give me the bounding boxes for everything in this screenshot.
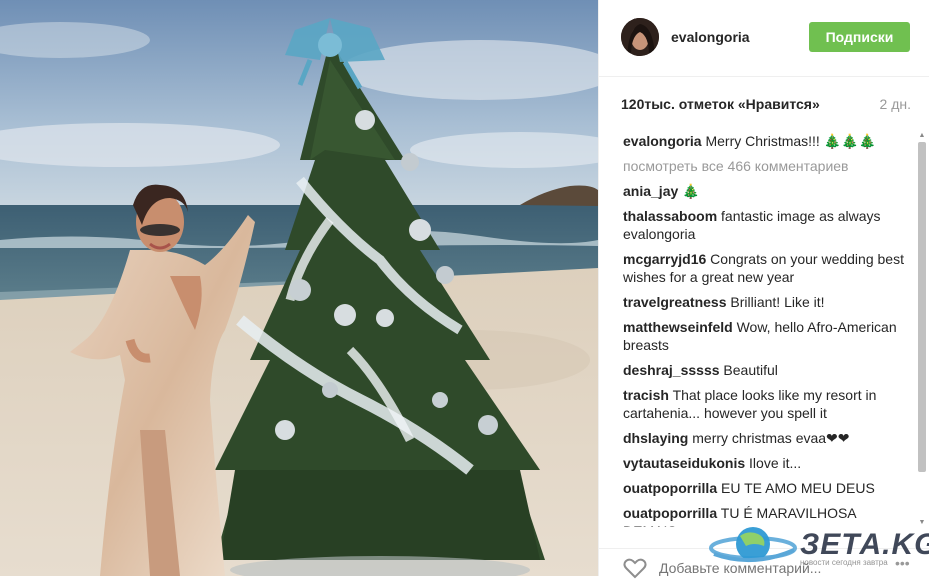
caption-text: Merry Christmas!!! 🎄🎄🎄 [705,133,877,149]
likes-count[interactable]: 120тыс. отметок «Нравится» [621,96,820,112]
comment-user[interactable]: tracish [623,387,669,403]
comment-item: vytautaseidukonis Ilove it... [623,454,908,472]
comment-user[interactable]: ouatpoporrilla [623,505,717,521]
comment-user[interactable]: mcgarryjd16 [623,251,706,267]
comments-scrollbar[interactable]: ▲ ▼ [917,132,927,527]
caption-user[interactable]: evalongoria [623,133,702,149]
photo-beach-christmas-tree [0,0,598,576]
watermark-subtitle: новости сегодня завтра [800,558,888,567]
username[interactable]: evalongoria [671,29,750,45]
follow-button[interactable]: Подписки [809,22,910,52]
comment-user[interactable]: dhslaying [623,430,688,446]
caption: evalongoria Merry Christmas!!! 🎄🎄🎄 [623,132,908,150]
comment-user[interactable]: ania_jay [623,183,678,199]
likes-row: 120тыс. отметок «Нравится» 2 дн. [621,96,911,116]
comment-item: dhslaying merry christmas evaa❤❤ [623,429,908,447]
comment-item: ania_jay 🎄 [623,182,908,200]
comment-user[interactable]: deshraj_sssss [623,362,720,378]
watermark-brand: ЗЕТА.KG [800,528,929,561]
comment-user[interactable]: travelgreatness [623,294,727,310]
scrollbar-thumb[interactable] [918,142,926,472]
comments-list: evalongoria Merry Christmas!!! 🎄🎄🎄 посмо… [623,132,908,527]
comment-user[interactable]: ouatpoporrilla [623,480,717,496]
comment-text: Brilliant! Like it! [730,294,825,310]
comment-text: Beautiful [723,362,778,378]
comment-item: mcgarryjd16 Congrats on your wedding bes… [623,250,908,286]
post-age[interactable]: 2 дн. [880,96,911,112]
watermark: ЗЕТА.KG новости сегодня завтра [708,522,929,572]
comment-text: Ilove it... [749,455,802,471]
comment-user[interactable]: thalassaboom [623,208,717,224]
post-side-panel: evalongoria Подписки 120тыс. отметок «Нр… [598,0,929,579]
comment-item: thalassaboom fantastic image as always e… [623,207,908,243]
comment-item: travelgreatness Brilliant! Like it! [623,293,908,311]
comment-item: tracish That place looks like my resort … [623,386,908,422]
post-header: evalongoria Подписки [599,0,929,77]
view-all-comments-link[interactable]: посмотреть все 466 комментариев [623,157,908,175]
comment-user[interactable]: matthewseinfeld [623,319,733,335]
avatar[interactable] [621,18,659,56]
avatar-image [621,18,659,56]
post-photo[interactable] [0,0,598,576]
scroll-up-icon[interactable]: ▲ [917,132,927,140]
comment-text: merry christmas evaa❤❤ [692,430,850,446]
comment-item: ouatpoporrilla EU TE AMO MEU DEUS [623,479,908,497]
globe-logo-icon [709,527,797,563]
comment-item: deshraj_sssss Beautiful [623,361,908,379]
comment-text: 🎄 [682,183,700,199]
comment-text: EU TE AMO MEU DEUS [721,480,875,496]
comment-user[interactable]: vytautaseidukonis [623,455,745,471]
comment-item: matthewseinfeld Wow, hello Afro-American… [623,318,908,354]
